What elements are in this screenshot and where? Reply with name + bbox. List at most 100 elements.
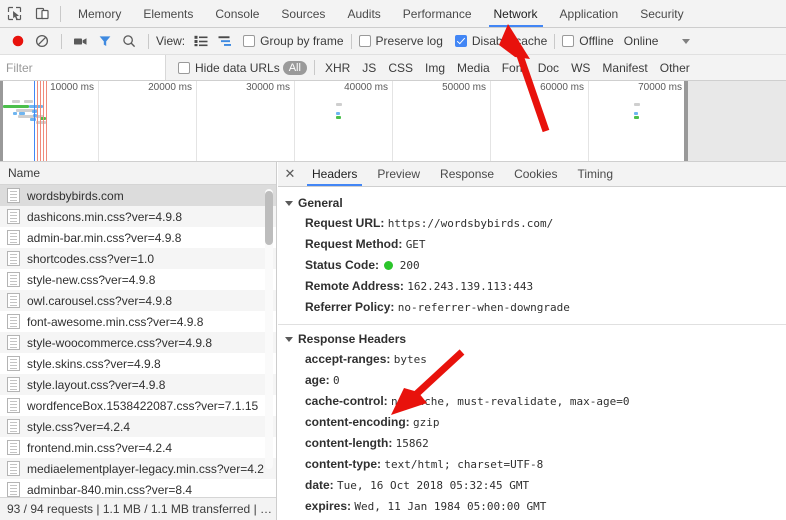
request-name: owl.carousel.css?ver=4.9.8: [27, 294, 172, 308]
requests-list[interactable]: wordsbybirds.com dashicons.min.css?ver=4…: [0, 185, 277, 497]
device-toolbar-icon[interactable]: [28, 0, 56, 27]
tab-performance[interactable]: Performance: [392, 0, 483, 27]
tick-label: 40000 ms: [344, 82, 388, 93]
checkbox-box: [562, 35, 574, 47]
table-row[interactable]: style.skins.css?ver=4.9.8: [0, 353, 277, 374]
requests-column-header[interactable]: Name: [0, 162, 276, 185]
tab-timing[interactable]: Timing: [567, 162, 623, 186]
filter-type-media[interactable]: Media: [451, 61, 496, 75]
overview-selection-handle-left[interactable]: [0, 81, 3, 161]
filter-type-doc[interactable]: Doc: [532, 61, 565, 75]
filter-type-manifest[interactable]: Manifest: [596, 61, 653, 75]
header-row-remote-address: Remote Address: 162.243.139.113:443: [278, 276, 786, 297]
header-value: 200: [400, 259, 420, 272]
filter-type-js[interactable]: JS: [356, 61, 382, 75]
chevron-down-icon[interactable]: [682, 39, 690, 44]
table-row[interactable]: mediaelementplayer-legacy.min.css?ver=4.…: [0, 458, 277, 479]
table-row[interactable]: dashicons.min.css?ver=4.9.8: [0, 206, 277, 227]
tab-preview[interactable]: Preview: [367, 162, 430, 186]
tab-memory[interactable]: Memory: [67, 0, 132, 27]
tab-elements[interactable]: Elements: [132, 0, 204, 27]
network-summary-status: 93 / 94 requests | 1.1 MB / 1.1 MB trans…: [0, 497, 277, 520]
filter-type-ws[interactable]: WS: [565, 61, 596, 75]
table-row[interactable]: adminbar-840.min.css?ver=8.4: [0, 479, 277, 497]
tab-audits[interactable]: Audits: [336, 0, 391, 27]
table-row[interactable]: admin-bar.min.css?ver=4.9.8: [0, 227, 277, 248]
table-row[interactable]: style.css?ver=4.2.4: [0, 416, 277, 437]
headers-content: General Request URL: https://wordsbybird…: [278, 187, 786, 520]
header-row-request-url: Request URL: https://wordsbybirds.com/: [278, 213, 786, 234]
tab-headers[interactable]: Headers: [302, 162, 367, 186]
table-row[interactable]: style-woocommerce.css?ver=4.9.8: [0, 332, 277, 353]
requests-scrollbar-thumb[interactable]: [265, 191, 273, 245]
toolbar-divider-2: [148, 34, 149, 49]
hide-data-urls-label: Hide data URLs: [195, 61, 280, 75]
toolbar-divider-3: [351, 34, 352, 49]
camera-filmstrip-icon[interactable]: [69, 29, 93, 53]
list-view-icon[interactable]: [189, 29, 213, 53]
header-value: 15862: [396, 437, 429, 450]
triangle-down-icon: [285, 201, 293, 206]
response-headers-section-header[interactable]: Response Headers: [278, 329, 786, 349]
table-row[interactable]: font-awesome.min.css?ver=4.9.8: [0, 311, 277, 332]
filter-input[interactable]: [0, 55, 166, 80]
table-row[interactable]: style-new.css?ver=4.9.8: [0, 269, 277, 290]
clear-icon[interactable]: [30, 29, 54, 53]
header-value: 162.243.139.113:443: [407, 280, 533, 293]
table-row[interactable]: wordfenceBox.1538422087.css?ver=7.1.15: [0, 395, 277, 416]
tab-network[interactable]: Network: [483, 0, 549, 27]
table-row[interactable]: wordsbybirds.com: [0, 185, 277, 206]
search-icon[interactable]: [117, 29, 141, 53]
overview-selection-handle-right[interactable]: [684, 81, 688, 161]
checkbox-box-checked: [455, 35, 467, 47]
hide-data-urls-checkbox[interactable]: Hide data URLs: [178, 61, 280, 75]
tab-response[interactable]: Response: [430, 162, 504, 186]
filter-type-img[interactable]: Img: [419, 61, 451, 75]
header-row-age: age: 0: [278, 370, 786, 391]
header-key: Status Code:: [305, 258, 379, 272]
group-by-frame-checkbox[interactable]: Group by frame: [243, 34, 343, 48]
filter-type-xhr[interactable]: XHR: [319, 61, 356, 75]
network-filterbar: Hide data URLs All XHR JS CSS Img Media …: [0, 55, 786, 81]
tab-label: Performance: [403, 7, 472, 21]
tab-cookies[interactable]: Cookies: [504, 162, 567, 186]
header-row-referrer-policy: Referrer Policy: no-referrer-when-downgr…: [278, 297, 786, 318]
network-overview-timeline[interactable]: 10000 ms 20000 ms 30000 ms 40000 ms 5000…: [0, 81, 786, 162]
general-section-header[interactable]: General: [278, 193, 786, 213]
overview-tick: 40000 ms: [294, 81, 393, 162]
header-value: https://wordsbybirds.com/: [388, 217, 554, 230]
tick-label: 60000 ms: [540, 82, 584, 93]
filter-type-css[interactable]: CSS: [382, 61, 419, 75]
tab-console[interactable]: Console: [204, 0, 270, 27]
table-row[interactable]: owl.carousel.css?ver=4.9.8: [0, 290, 277, 311]
waterfall-view-icon[interactable]: [213, 29, 237, 53]
checkbox-box: [243, 35, 255, 47]
table-row[interactable]: frontend.min.css?ver=4.2.4: [0, 437, 277, 458]
overview-load-marker: [46, 81, 47, 161]
document-icon: [7, 209, 20, 224]
summary-text: 93 / 94 requests | 1.1 MB / 1.1 MB trans…: [7, 502, 272, 516]
overview-load-marker: [43, 81, 44, 161]
throttling-select-value[interactable]: Online: [624, 34, 659, 48]
filter-type-font[interactable]: Font: [496, 61, 532, 75]
requests-pane: Name wordsbybirds.com dashicons.min.css?…: [0, 162, 277, 520]
preserve-log-checkbox[interactable]: Preserve log: [359, 34, 443, 48]
filter-type-all[interactable]: All: [283, 61, 307, 75]
inspect-element-icon[interactable]: [0, 0, 28, 27]
disable-cache-checkbox[interactable]: Disable cache: [455, 34, 547, 48]
tab-label: Cookies: [514, 167, 557, 181]
record-button-icon[interactable]: [6, 29, 30, 53]
tab-security[interactable]: Security: [629, 0, 694, 27]
tab-sources[interactable]: Sources: [270, 0, 336, 27]
table-row[interactable]: style.layout.css?ver=4.9.8: [0, 374, 277, 395]
offline-checkbox[interactable]: Offline: [562, 34, 613, 48]
document-icon: [7, 440, 20, 455]
close-icon[interactable]: ✕: [278, 162, 302, 186]
request-name: style.layout.css?ver=4.9.8: [27, 378, 165, 392]
filter-funnel-icon[interactable]: [93, 29, 117, 53]
tab-label: Audits: [347, 7, 380, 21]
header-value: 0: [333, 374, 340, 387]
tab-application[interactable]: Application: [549, 0, 630, 27]
filter-type-other[interactable]: Other: [654, 61, 696, 75]
table-row[interactable]: shortcodes.css?ver=1.0: [0, 248, 277, 269]
